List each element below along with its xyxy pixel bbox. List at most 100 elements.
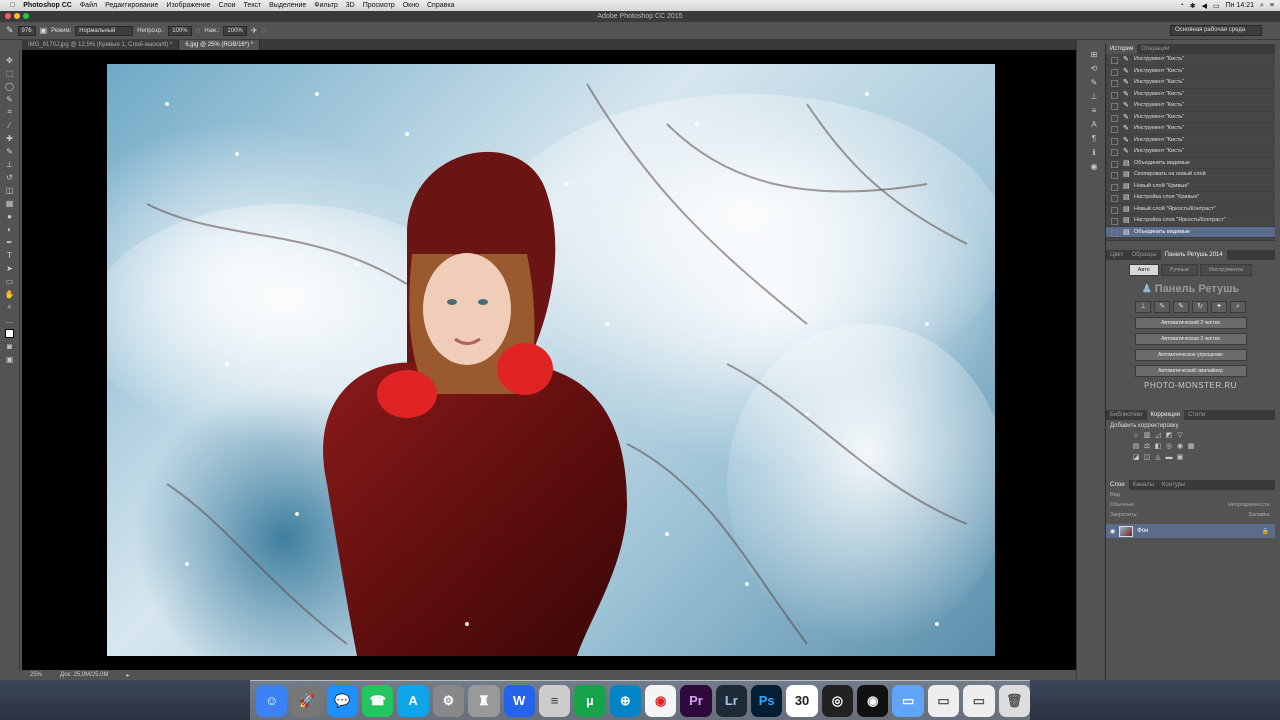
auto-simplify-button[interactable]: Автоматическое упрощение [1134,349,1247,361]
opacity-input[interactable]: 100% [168,25,192,36]
auto-clean-3-button[interactable]: Автоматическая 3 чистка [1134,333,1247,345]
channel-mixer-icon[interactable]: ◉ [1176,443,1184,451]
folder-icon[interactable]: ▭ [892,684,924,717]
menu-file[interactable]: Файл [76,0,101,11]
lightroom-icon[interactable]: Lr [715,684,748,717]
finder-icon[interactable]: ☺ [256,684,288,717]
airbrush-icon[interactable]: ✈ [251,26,258,35]
pencil-icon[interactable]: ✎ [1173,301,1189,313]
layer-kind-filter[interactable]: Вид [1110,492,1120,498]
move-tool-icon[interactable]: ✥ [3,54,17,66]
zoom-window-button[interactable] [23,13,29,19]
tab-paths[interactable]: Контуры [1158,480,1190,490]
color-balance-icon[interactable]: ⚖ [1143,443,1151,451]
brightness-icon[interactable]: ☼ [1132,432,1140,440]
history-item[interactable]: ✎ Инструмент "Кисть" [1106,89,1275,100]
auto-eyeliner-button[interactable]: Автоматический эмилайнер [1134,365,1247,377]
tab-swatches[interactable]: Образцы [1127,250,1160,260]
trash-icon[interactable]: 🗑 [998,684,1030,717]
curves-icon[interactable]: ◿ [1154,432,1162,440]
black-white-icon[interactable]: ◧ [1154,443,1162,451]
chrome-icon[interactable]: ◉ [644,684,677,717]
tab-channels[interactable]: Каналы [1129,480,1158,490]
menu-select[interactable]: Выделение [265,0,310,11]
photo-filter-icon[interactable]: ◎ [1165,443,1173,451]
system-prefs-icon[interactable]: ⚙ [432,684,465,717]
wunderlist-icon[interactable]: W [503,684,535,717]
history-brush-tool-icon[interactable]: ↺ [3,171,17,183]
apple-menu-icon[interactable]:  [6,0,19,11]
lasso-tool-icon[interactable]: ◯ [3,80,17,92]
menu-3d[interactable]: 3D [342,0,359,11]
doc-tab-6jpg[interactable]: 6.jpg @ 25% (RGB/16*) * [179,40,261,50]
levels-icon[interactable]: ▥ [1143,432,1151,440]
character-icon[interactable]: A [1088,120,1100,130]
zoom-level[interactable]: 25% [30,672,42,678]
brush-tool-icon[interactable]: ✎ [3,145,17,157]
history-icon[interactable]: ⟲ [1088,64,1100,74]
canvas-area[interactable] [22,50,1076,670]
gradient-map-icon[interactable]: ▬ [1165,454,1173,462]
history-item[interactable]: ✎ Инструмент "Кисть" [1106,146,1275,158]
pen-tool-icon[interactable]: ✒ [3,236,17,248]
posterize-icon[interactable]: ◫ [1143,454,1151,462]
stamp-icon[interactable]: ⊥ [1135,301,1151,313]
quick-select-tool-icon[interactable]: ✎ [3,93,17,105]
menu-type[interactable]: Текст [240,0,266,11]
brush-tool-icon[interactable]: ✎ [6,25,14,36]
dodge-tool-icon[interactable]: ◐ [3,223,17,235]
clone-source-icon[interactable]: ⊥ [1088,92,1100,102]
workspace-select[interactable]: Основная рабочая среда [1170,25,1262,36]
stamp-tool-icon[interactable]: ⊥ [3,158,17,170]
3d-icon[interactable]: ◉ [1088,162,1100,172]
tab-actions[interactable]: Операции [1137,44,1173,54]
tab-layers[interactable]: Слои [1106,480,1129,490]
flow-input[interactable]: 100% [223,25,247,36]
premiere-icon[interactable]: Pr [680,684,712,717]
menu-image[interactable]: Изображение [162,0,214,11]
app-store-icon[interactable]: A [397,684,429,717]
document-photo[interactable] [107,64,995,656]
menu-edit[interactable]: Редактирование [101,0,162,11]
vibrance-icon[interactable]: ▽ [1176,432,1184,440]
facetime-icon[interactable]: ☎ [362,684,394,717]
path-select-tool-icon[interactable]: ➤ [3,262,17,274]
zoom-tool-icon[interactable]: ⌕ [3,301,17,313]
tab-styles[interactable]: Стили [1184,410,1209,420]
pressure-opacity-icon[interactable]: ◌ [196,26,201,35]
brush-panel-icon[interactable]: ▣ [40,26,48,35]
eraser-tool-icon[interactable]: ◫ [3,184,17,196]
navigator-icon[interactable]: ⊞ [1088,50,1100,60]
tab-libraries[interactable]: Библиотеки [1106,410,1147,420]
calendar-icon[interactable]: 30 [786,684,818,717]
menu-help[interactable]: Справка [423,0,458,11]
wand-icon[interactable]: ✦ [1211,301,1227,313]
more-tools-icon[interactable]: … [3,314,17,326]
rotate-icon[interactable]: ↻ [1192,301,1208,313]
menu-filter[interactable]: Фильтр [310,0,342,11]
safari-icon[interactable]: ⊕ [609,684,641,717]
threshold-icon[interactable]: ◬ [1154,454,1162,462]
blend-mode-select[interactable]: Обычные [1110,502,1134,508]
mode-select[interactable]: Нормальный [75,25,134,36]
menu-window[interactable]: Окно [399,0,423,11]
paragraph-icon[interactable]: ¶ [1088,134,1100,144]
volume-icon[interactable]: ◀ [1202,2,1207,10]
properties-icon[interactable]: ≡ [1088,106,1100,116]
blur-tool-icon[interactable]: ● [3,210,17,222]
tab-adjustments[interactable]: Коррекция [1146,410,1185,420]
clock[interactable]: Пн 14:21 [1226,2,1254,9]
marquee-tool-icon[interactable]: ⬚ [3,67,17,79]
mode-auto-button[interactable]: Авто [1128,264,1159,276]
tab-color[interactable]: Цвет [1106,250,1127,260]
history-item[interactable]: ▤ Скопировать на новый слой [1106,169,1275,181]
tab-history[interactable]: История [1106,44,1138,54]
menu-layer[interactable]: Слои [215,0,240,11]
notification-icon[interactable]: ≡ [1270,2,1274,9]
tab-retouch-panel[interactable]: Панель Ретушь 2014 [1160,250,1227,260]
history-item[interactable]: ✎ Инструмент "Кисть" [1106,135,1275,146]
quick-mask-icon[interactable]: ◙ [3,340,17,352]
history-item[interactable]: ✎ Инструмент "Кисть" [1106,123,1275,135]
mode-manual-button[interactable]: Ручные [1160,264,1199,276]
utorrent-icon[interactable]: µ [574,684,606,717]
